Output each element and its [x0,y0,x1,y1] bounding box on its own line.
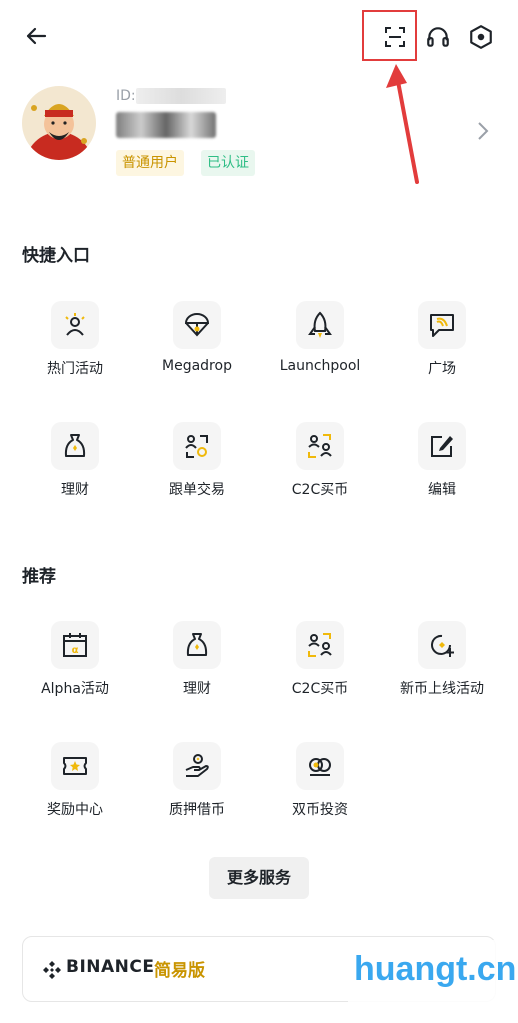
recommend-item-earn[interactable]: 理财 [133,621,261,711]
scan-highlight-box [362,10,417,61]
quick-item-label: Megadrop [162,358,232,374]
recommend-item-c2c[interactable]: C2C买币 [256,621,384,711]
alpha-calendar-icon: α [51,621,99,669]
hexagon-gear-icon [470,25,492,49]
customer-support-button[interactable] [422,21,454,53]
recommend-item-label: 双币投资 [292,802,348,818]
parachute-icon [173,301,221,349]
quick-item-hot-activity[interactable]: 热门活动 [11,301,139,391]
new-coin-icon [418,621,466,669]
quick-item-c2c[interactable]: C2C买币 [256,422,384,512]
quick-item-square[interactable]: 广场 [378,301,506,391]
recommend-item-loan[interactable]: 质押借币 [133,742,261,832]
avatar[interactable] [22,86,96,160]
recommend-item-alpha[interactable]: α Alpha活动 [11,621,139,711]
money-bag-icon [173,621,221,669]
more-services-button[interactable]: 更多服务 [209,857,309,899]
user-id-value-masked [136,88,226,104]
quick-item-label: 理财 [61,482,89,498]
money-bag-icon [51,422,99,470]
recommend-item-label: 质押借币 [169,802,225,818]
quick-item-edit[interactable]: 编辑 [378,422,506,512]
headset-icon [427,27,449,47]
recommend-title: 推荐 [22,567,56,587]
arrow-left-icon [26,27,47,45]
recommend-item-label: Alpha活动 [41,681,109,697]
hand-coin-icon [173,742,221,790]
user-level-badge: 普通用户 [116,150,184,176]
recommend-item-label: 理财 [183,681,211,697]
recommend-item-label: 新币上线活动 [400,681,484,697]
chat-square-icon [418,301,466,349]
edit-icon [418,422,466,470]
user-id-label: ID: [116,88,136,104]
quick-entry-title: 快捷入口 [22,246,90,266]
svg-text:α: α [72,645,79,656]
quick-item-earn[interactable]: 理财 [11,422,139,512]
back-button[interactable] [20,20,52,52]
quick-item-label: C2C买币 [291,482,349,498]
settings-button[interactable] [465,21,497,53]
chevron-right-icon[interactable] [476,120,490,142]
red-arrow-annotation [386,64,419,184]
quick-item-label: 广场 [428,361,456,377]
recommend-item-new-listing[interactable]: 新币上线活动 [378,621,506,711]
recommend-item-label: 奖励中心 [47,802,103,818]
quick-item-label: 编辑 [428,482,456,498]
quick-item-megadrop[interactable]: Megadrop [133,301,261,391]
lite-version-label: 简易版 [154,961,205,981]
rocket-icon [296,301,344,349]
quick-item-launchpool[interactable]: Launchpool [256,301,384,391]
ticket-star-icon [51,742,99,790]
quick-item-label: 热门活动 [47,361,103,377]
binance-logo-icon [43,961,61,979]
copy-trade-icon [173,422,221,470]
avatar-image [22,86,96,160]
c2c-users-icon [296,621,344,669]
recommend-item-label: C2C买币 [291,681,349,697]
c2c-users-icon [296,422,344,470]
person-sparkle-icon [51,301,99,349]
recommend-item-dual-investment[interactable]: 双币投资 [256,742,384,832]
quick-item-copy-trading[interactable]: 跟单交易 [133,422,261,512]
username-masked [116,112,216,138]
dual-coin-icon [296,742,344,790]
quick-item-label: Launchpool [279,358,361,374]
quick-item-label: 跟单交易 [169,482,225,498]
watermark-text: huangt.cn [354,950,517,988]
binance-brand-text: BINANCE [66,957,155,977]
verified-badge: 已认证 [201,150,255,176]
recommend-item-rewards[interactable]: 奖励中心 [11,742,139,832]
